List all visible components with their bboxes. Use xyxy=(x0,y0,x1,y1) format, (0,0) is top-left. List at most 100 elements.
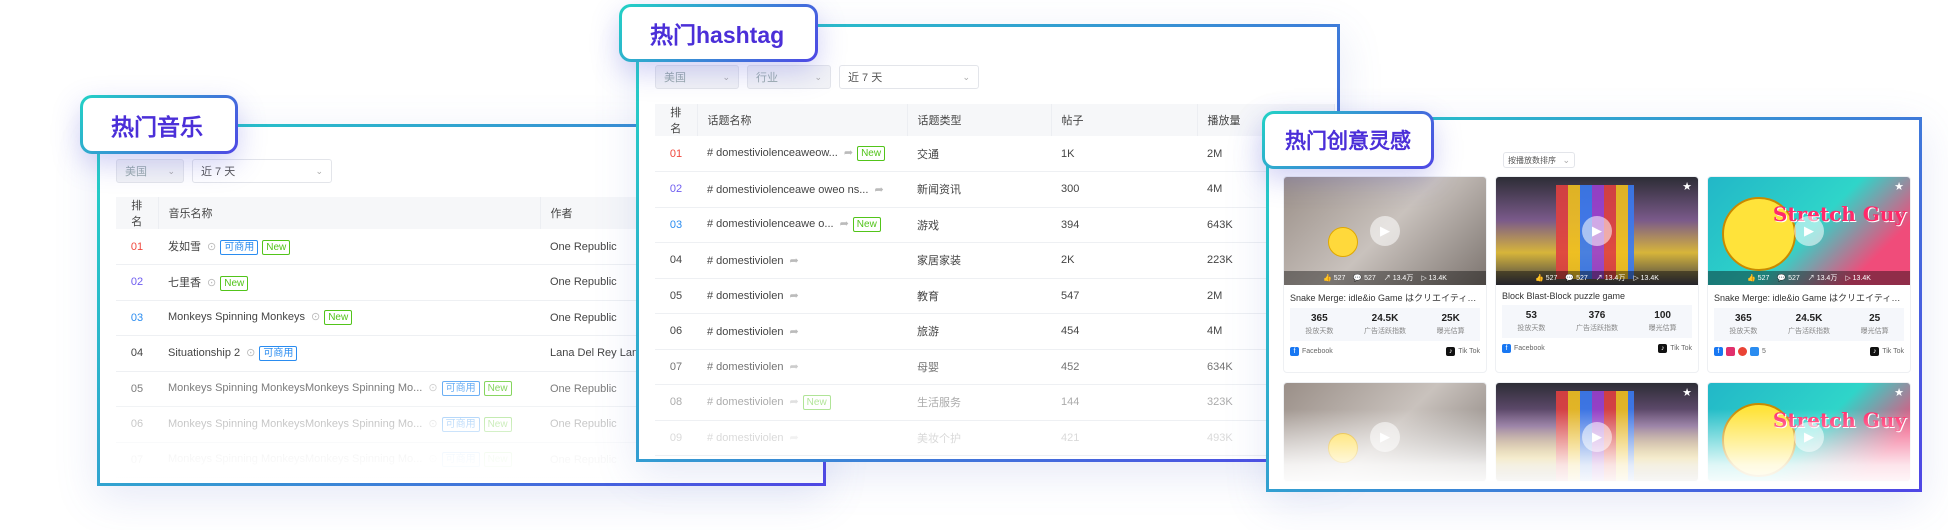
topic-name[interactable]: # domestiviolen xyxy=(707,361,783,373)
card-thumbnail[interactable]: Stretch Guy ▶ ★ xyxy=(1708,383,1910,481)
creative-card[interactable]: ▶ ★ 👍 527 💬 527 ↗ 13.4万 ▷ 13.4K Block Bl… xyxy=(1495,176,1699,373)
music-period-value: 近 7 天 xyxy=(201,166,236,178)
share-icon[interactable]: ➦ xyxy=(874,184,883,196)
share-icon[interactable]: ➦ xyxy=(789,255,798,267)
card-thumbnail[interactable]: ▶ xyxy=(1284,383,1486,481)
star-icon[interactable]: ★ xyxy=(1682,180,1692,193)
music-name-cell: Monkeys Spinning MonkeysMonkeys Spinning… xyxy=(158,442,540,478)
music-name[interactable]: 发如雪 xyxy=(168,241,201,253)
card-title[interactable]: Snake Merge: idle&io Game はクリエイティブ... xyxy=(1708,285,1910,308)
table-row[interactable]: 03 # domestiviolenceawe o... ➦ New 游戏 394 … xyxy=(655,207,1335,243)
star-icon[interactable]: ★ xyxy=(1894,180,1904,193)
share-icon[interactable]: ➦ xyxy=(789,290,798,302)
play-circle-icon[interactable]: ⊙ xyxy=(207,277,216,289)
emoji-image xyxy=(1328,227,1358,257)
hashtag-region-select[interactable]: 美国 ⌄ xyxy=(655,65,739,89)
play-circle-icon[interactable]: ⊙ xyxy=(246,347,255,359)
creative-card[interactable]: ▶ 👍 527 💬 527 ↗ 13.4万 ▷ 13.4K Snake Merg… xyxy=(1283,176,1487,373)
music-name-cell: Monkeys Spinning Monkeys ⊙ New xyxy=(158,300,540,336)
table-row[interactable]: 09 # domestiviolen ➦ 美妆个护 421 493K xyxy=(655,420,1335,456)
play-circle-icon[interactable]: ⊙ xyxy=(428,382,437,394)
share-icon[interactable]: ➦ xyxy=(844,147,853,159)
new-badge: New xyxy=(483,452,512,468)
play-circle-icon[interactable]: ⊙ xyxy=(428,418,437,430)
play-circle-icon[interactable]: ⊙ xyxy=(311,311,320,323)
table-row[interactable]: 01 # domestiviolenceaweow... ➦ New 交通 1K 2… xyxy=(655,136,1335,172)
music-section-title: 热门音乐 xyxy=(80,95,238,154)
card-thumbnail[interactable]: Stretch Guy ▶ ★ 👍 527 💬 527 ↗ 13.4万 ▷ 13… xyxy=(1708,177,1910,285)
play-icon[interactable]: ▶ xyxy=(1370,422,1400,452)
music-name[interactable]: Monkeys Spinning MonkeysMonkeys Spinning… xyxy=(168,418,422,430)
view-count: ▷ 13.4K xyxy=(1845,275,1871,282)
topic-name[interactable]: # domestiviolenceaweow... xyxy=(707,147,838,159)
topic-name[interactable]: # domestiviolenceawe o... xyxy=(707,218,834,230)
table-row[interactable]: 08 # domestiviolen ➦ New 生活服务 144 323K xyxy=(655,384,1335,421)
topic-name[interactable]: # domestiviolenceawe oweo ns... xyxy=(707,184,868,196)
topic-name[interactable]: # domestiviolen xyxy=(707,396,783,408)
topic-name-cell: # domestiviolen ➦ xyxy=(697,278,907,314)
card-title[interactable]: Snake Merge: idle&io Game はクリエイティブ... xyxy=(1284,285,1486,308)
metric-index: 376 广告活跃指数 xyxy=(1575,310,1618,332)
play-circle-icon[interactable]: ⊙ xyxy=(207,241,216,253)
hashtag-period-select[interactable]: 近 7 天 ⌄ xyxy=(839,65,979,89)
music-name[interactable]: Situationship 2 xyxy=(168,347,240,359)
card-thumbnail[interactable]: ▶ ★ 👍 527 💬 527 ↗ 13.4万 ▷ 13.4K xyxy=(1496,177,1698,285)
play-icon[interactable]: ▶ xyxy=(1582,422,1612,452)
facebook-icon: f xyxy=(1714,347,1723,356)
commercial-badge: 可商用 xyxy=(441,416,480,432)
creative-card[interactable]: Stretch Guy ▶ ★ xyxy=(1707,382,1911,482)
posts-cell: 1K xyxy=(1051,136,1197,172)
music-region-select[interactable]: 美国 ⌄ xyxy=(116,159,184,183)
posts-cell: 421 xyxy=(1051,420,1197,456)
metric-days: 365 投放天数 xyxy=(1729,313,1758,335)
card-title[interactable]: Block Blast-Block puzzle game xyxy=(1496,285,1698,305)
play-circle-icon[interactable]: ⊙ xyxy=(428,453,437,465)
play-icon[interactable]: ▶ xyxy=(1370,216,1400,246)
hashtag-table: 排名 话题名称 话题类型 帖子 播放量 01 # domestiviolence… xyxy=(655,104,1335,456)
share-icon[interactable]: ➦ xyxy=(840,218,849,230)
topic-name[interactable]: # domestiviolen xyxy=(707,326,783,338)
rank-cell: 08 xyxy=(655,384,697,421)
music-name[interactable]: Monkeys Spinning MonkeysMonkeys Spinning… xyxy=(168,382,422,394)
table-row[interactable]: 02 # domestiviolenceawe oweo ns... ➦ 新闻资讯… xyxy=(655,171,1335,208)
creative-card[interactable]: ▶ xyxy=(1283,382,1487,482)
metric-exposure: 25 曝光估算 xyxy=(1860,313,1889,335)
music-name[interactable]: Monkeys Spinning MonkeysMonkeys Spinning… xyxy=(168,453,422,465)
topic-name[interactable]: # domestiviolen xyxy=(707,255,783,267)
table-row[interactable]: 06 # domestiviolen ➦ 旅游 454 4M xyxy=(655,313,1335,350)
card-thumbnail[interactable]: ▶ ★ xyxy=(1496,383,1698,481)
topic-type-cell: 交通 xyxy=(907,136,1051,172)
star-icon[interactable]: ★ xyxy=(1682,386,1692,399)
share-icon[interactable]: ➦ xyxy=(789,432,798,444)
rank-cell: 01 xyxy=(116,229,158,265)
creative-card[interactable]: Stretch Guy ▶ ★ 👍 527 💬 527 ↗ 13.4万 ▷ 13… xyxy=(1707,176,1911,373)
music-period-select[interactable]: 近 7 天 ⌄ xyxy=(192,159,332,183)
table-row[interactable]: 07 # domestiviolen ➦ 母婴 452 634K xyxy=(655,349,1335,385)
share-count: ↗ 13.4万 xyxy=(1807,275,1838,282)
new-badge: New xyxy=(857,146,886,161)
play-icon[interactable]: ▶ xyxy=(1794,216,1824,246)
star-icon[interactable]: ★ xyxy=(1894,386,1904,399)
topic-name[interactable]: # domestiviolen xyxy=(707,432,783,444)
music-name[interactable]: Monkeys Spinning Monkeys xyxy=(168,311,305,323)
topic-name-cell: # domestiviolen ➦ xyxy=(697,420,907,456)
share-icon[interactable]: ➦ xyxy=(789,396,798,408)
like-count: 👍 527 xyxy=(1323,275,1346,282)
creative-card[interactable]: ▶ ★ xyxy=(1495,382,1699,482)
topic-name[interactable]: # domestiviolen xyxy=(707,290,783,302)
card-stats-strip: 👍 527 💬 527 ↗ 13.4万 ▷ 13.4K xyxy=(1284,271,1486,285)
table-row[interactable]: 04 # domestiviolen ➦ 家居家装 2K 223K xyxy=(655,242,1335,279)
hashtag-industry-select[interactable]: 行业 ⌄ xyxy=(747,65,831,89)
music-region-value: 美国 xyxy=(125,166,147,178)
play-icon[interactable]: ▶ xyxy=(1582,216,1612,246)
topic-name-cell: # domestiviolen ➦ xyxy=(697,349,907,385)
table-row[interactable]: 05 # domestiviolen ➦ 教育 547 2M xyxy=(655,278,1335,314)
sort-select[interactable]: 按播放数排序 ⌄ xyxy=(1503,152,1575,168)
col-topic-type: 话题类型 xyxy=(907,104,1052,136)
music-name[interactable]: 七里香 xyxy=(168,277,201,289)
play-icon[interactable]: ▶ xyxy=(1794,422,1824,452)
card-thumbnail[interactable]: ▶ 👍 527 💬 527 ↗ 13.4万 ▷ 13.4K xyxy=(1284,177,1486,285)
share-icon[interactable]: ➦ xyxy=(789,326,798,338)
posts-cell: 547 xyxy=(1051,278,1197,314)
share-icon[interactable]: ➦ xyxy=(789,361,798,373)
